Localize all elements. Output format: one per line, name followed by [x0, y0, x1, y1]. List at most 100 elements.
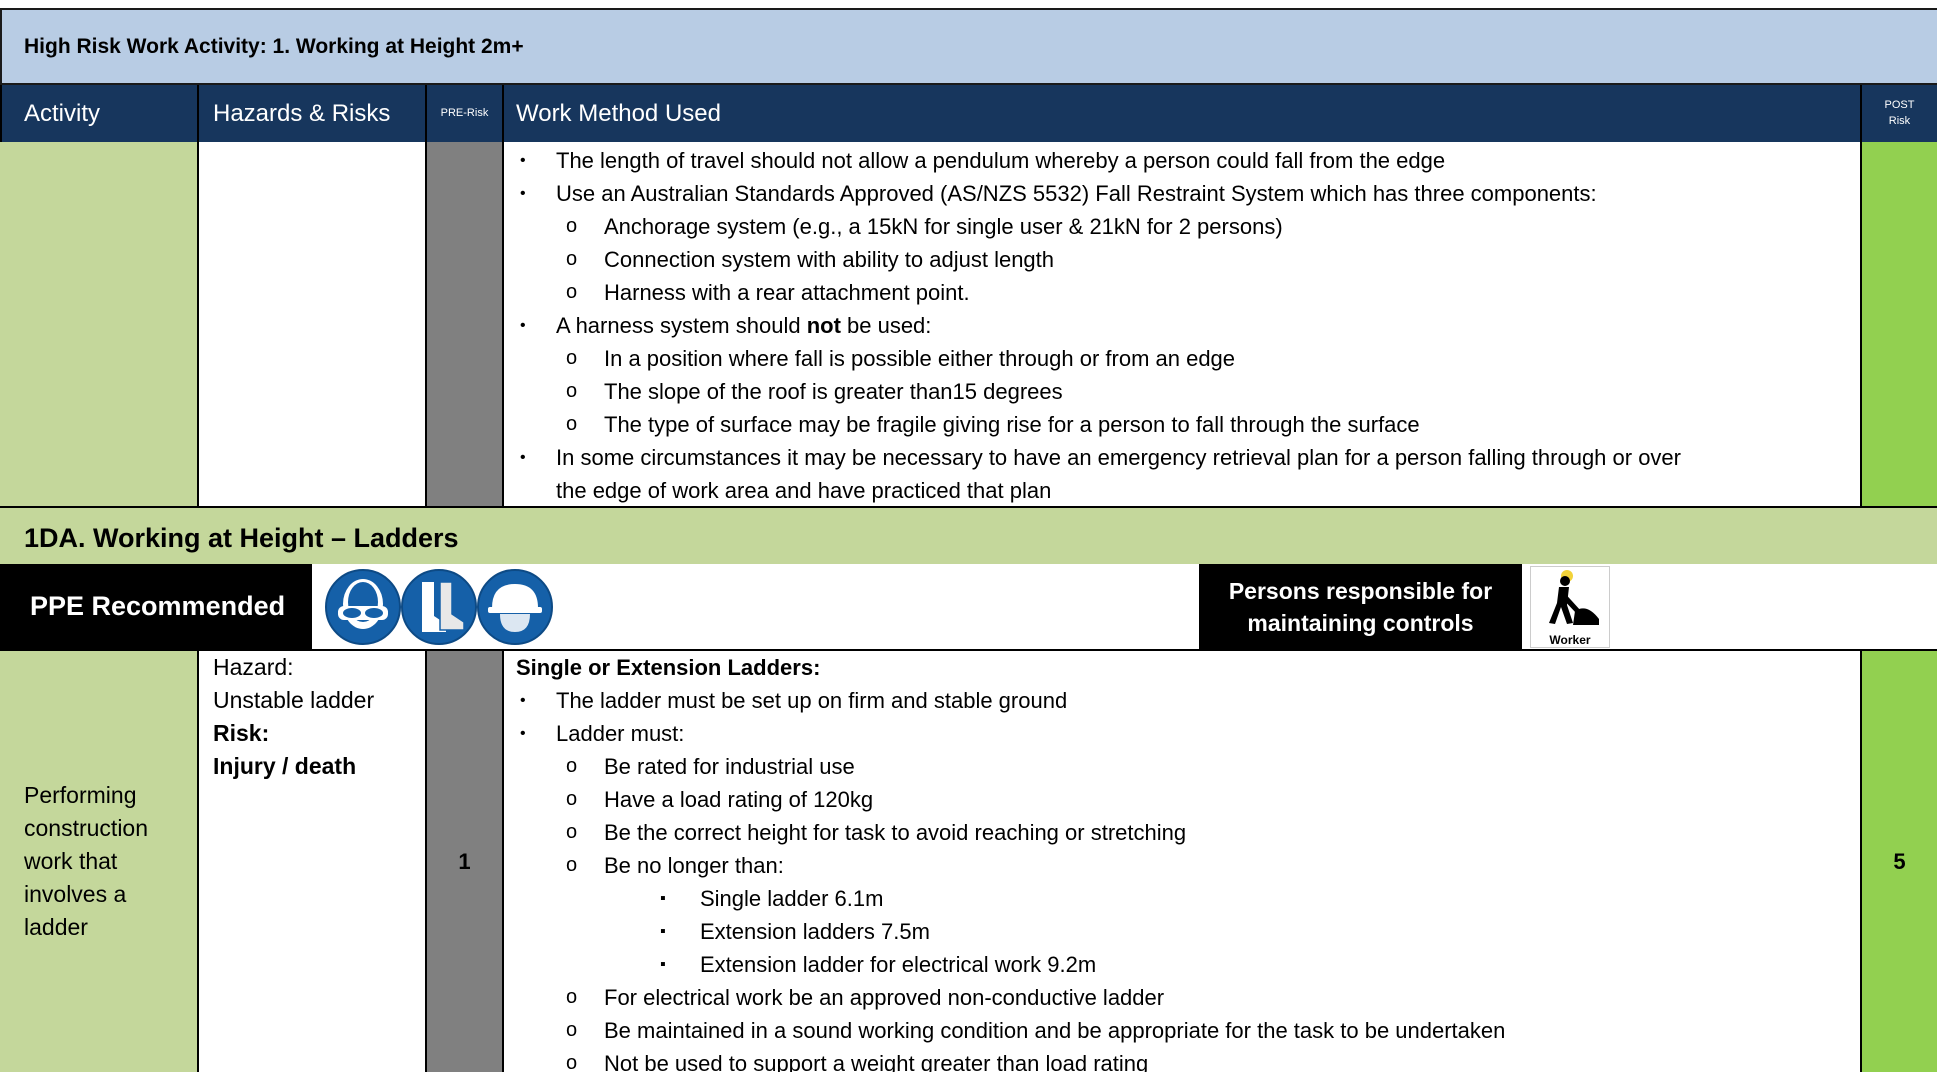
- list-item-text: Anchorage system (e.g., a 15kN for singl…: [604, 214, 1283, 239]
- list-item-text: Extension ladder for electrical work 9.2…: [700, 952, 1097, 977]
- list-item: o Be maintained in a sound working condit…: [504, 1014, 1860, 1047]
- list-item: • Ladder must:: [504, 717, 1860, 750]
- list-item: • In some circumstances it may be necessa…: [504, 441, 1860, 474]
- list-item: o Anchorage system (e.g., a 15kN for sing…: [504, 210, 1860, 243]
- bullet-marker: o: [566, 380, 578, 402]
- post-risk-cell-continued: [1860, 142, 1937, 506]
- list-item-text: Not be used to support a weight greater …: [604, 1051, 1149, 1072]
- list-item: o The slope of the roof is greater than15…: [504, 375, 1860, 408]
- ppe-label-text: PPE Recommended: [30, 591, 286, 621]
- header-method-label: Work Method Used: [516, 99, 721, 127]
- bullet-marker: ▪: [660, 890, 666, 907]
- hazard-text: Unstable ladder: [213, 687, 375, 713]
- list-item: o Harness with a rear attachment point.: [504, 276, 1860, 309]
- post-risk-cell: 5: [1860, 649, 1937, 1072]
- list-item-emphasis: not: [806, 313, 841, 338]
- bullet-marker: o: [566, 281, 578, 303]
- safety-glasses-icon: [325, 569, 401, 645]
- bullet-marker: o: [566, 413, 578, 435]
- header-post-risk: POST Risk: [1860, 85, 1937, 142]
- list-item: • The ladder must be set up on firm and s…: [504, 684, 1860, 717]
- list-item-text: Have a load rating of 120kg: [604, 787, 874, 812]
- bullet-marker: o: [566, 1052, 578, 1072]
- responsible-label: Persons responsible for maintaining cont…: [1199, 564, 1522, 649]
- list-item: o Connection system with ability to adjus…: [504, 243, 1860, 276]
- list-item-text: Ladder must:: [556, 721, 685, 746]
- section-heading: 1DA. Working at Height – Ladders: [0, 506, 1937, 564]
- worker-badge: Worker: [1530, 566, 1610, 648]
- list-item: • The length of travel should not allow a…: [504, 144, 1860, 177]
- list-item-text: Extension ladders 7.5m: [700, 919, 930, 944]
- bullet-marker: ▪: [660, 956, 666, 973]
- list-item-text: In some circumstances it may be necessar…: [556, 445, 1681, 470]
- bullet-marker: o: [566, 215, 578, 237]
- bullet-marker: o: [566, 248, 578, 270]
- header-activity-label: Activity: [24, 99, 101, 127]
- bullet-marker: ▪: [660, 923, 666, 940]
- list-item: ▪ Single ladder 6.1m: [504, 882, 1860, 915]
- list-item-text: The type of surface may be fragile givin…: [604, 412, 1420, 437]
- bullet-marker: o: [566, 347, 578, 369]
- list-item-text: Connection system with ability to adjust…: [604, 247, 1055, 272]
- header-hazards-label: Hazards & Risks: [213, 99, 391, 127]
- list-item: o Be the correct height for task to avoid…: [504, 816, 1860, 849]
- safety-boots-icon: [401, 569, 477, 645]
- bullet-marker: •: [520, 725, 526, 742]
- list-item: o Not be used to support a weight greater…: [504, 1047, 1860, 1072]
- table-title-text: High Risk Work Activity: 1. Working at H…: [24, 34, 524, 58]
- risk-text: Injury / death: [213, 753, 357, 779]
- pre-risk-value: 1: [458, 848, 471, 874]
- list-item: ▪ Extension ladders 7.5m: [504, 915, 1860, 948]
- bullet-marker: o: [566, 755, 578, 777]
- list-item: o Be rated for industrial use: [504, 750, 1860, 783]
- bullet-marker: o: [566, 821, 578, 843]
- worker-label: Worker: [1549, 633, 1591, 647]
- list-item-text: Use an Australian Standards Approved (AS…: [556, 181, 1597, 206]
- list-item-text: The slope of the roof is greater than15 …: [604, 379, 1063, 404]
- pre-risk-cell-continued: [425, 142, 502, 506]
- hazards-cell: Hazard: Unstable ladder Risk: Injury / d…: [197, 649, 425, 1072]
- list-item: o In a position where fall is possible ei…: [504, 342, 1860, 375]
- hard-hat-icon: [477, 569, 553, 645]
- responsible-label-text: Persons responsible for maintaining cont…: [1228, 577, 1493, 636]
- header-pre-risk-label: PRE-Risk: [440, 106, 489, 119]
- list-item-text: be used:: [840, 313, 932, 338]
- ppe-icons: [312, 564, 1199, 649]
- list-item-text: For electrical work be an approved non-c…: [604, 985, 1165, 1010]
- header-activity: Activity: [0, 85, 197, 142]
- method-cell: Single or Extension Ladders: • The ladder…: [502, 649, 1860, 1072]
- bullet-marker: •: [520, 152, 526, 169]
- header-post-risk-label: POST Risk: [1884, 99, 1915, 127]
- list-item-text: Be no longer than:: [604, 853, 784, 878]
- ppe-label: PPE Recommended: [0, 564, 312, 649]
- section-heading-text: 1DA. Working at Height – Ladders: [24, 522, 459, 553]
- post-risk-value: 5: [1893, 848, 1906, 874]
- method-cell-continued: • The length of travel should not allow a…: [502, 142, 1860, 506]
- worker-icon: [1549, 570, 1599, 625]
- method-list-section1: • The length of travel should not allow a…: [504, 144, 1860, 506]
- activity-cell-continued: [0, 142, 197, 506]
- list-item: o The type of surface may be fragile givi…: [504, 408, 1860, 441]
- header-method: Work Method Used: [502, 85, 1860, 142]
- bullet-marker: •: [520, 692, 526, 709]
- pre-risk-cell: 1: [425, 649, 502, 1072]
- list-item-text: Single ladder 6.1m: [700, 886, 884, 911]
- list-item-text: In a position where fall is possible eit…: [604, 346, 1236, 371]
- header-hazards: Hazards & Risks: [197, 85, 425, 142]
- bullet-marker: o: [566, 986, 578, 1008]
- list-item-text: Be rated for industrial use: [604, 754, 855, 779]
- hazard-label: Hazard:: [213, 654, 294, 680]
- header-pre-risk: PRE-Risk: [425, 85, 502, 142]
- activity-text: Performing construction work that involv…: [24, 782, 149, 940]
- list-item-text: Be the correct height for task to avoid …: [604, 820, 1187, 845]
- bullet-marker: o: [566, 854, 578, 876]
- bullet-marker: o: [566, 1019, 578, 1041]
- bullet-marker: •: [520, 185, 526, 202]
- bullet-marker: •: [520, 317, 526, 334]
- list-item-text: The ladder must be set up on firm and st…: [556, 688, 1068, 713]
- list-item: o Have a load rating of 120kg: [504, 783, 1860, 816]
- list-item-text: the edge of work area and have practiced…: [556, 478, 1052, 503]
- list-item: • Use an Australian Standards Approved (A…: [504, 177, 1860, 210]
- list-item: o Be no longer than:: [504, 849, 1860, 882]
- list-item: the edge of work area and have practiced…: [504, 474, 1860, 506]
